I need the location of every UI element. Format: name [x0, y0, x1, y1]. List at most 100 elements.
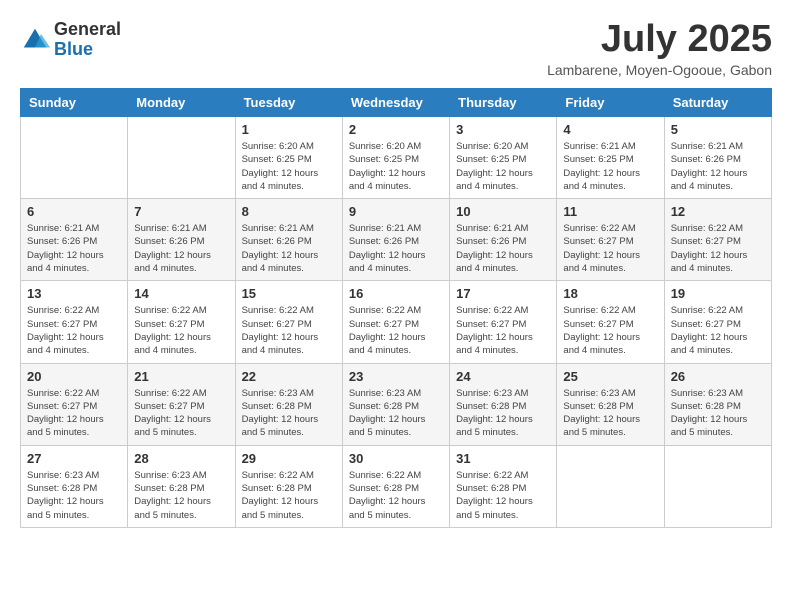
- calendar-cell: 21 Sunrise: 6:22 AMSunset: 6:27 PMDayligh…: [128, 363, 235, 445]
- day-header-tuesday: Tuesday: [235, 89, 342, 117]
- calendar-week-row: 27Sunrise: 6:23 AMSunset: 6:28 PMDayligh…: [21, 445, 772, 527]
- day-number: 17: [456, 286, 550, 301]
- day-info: Sunrise: 6:23 AMSunset: 6:28 PMDaylight:…: [27, 469, 121, 522]
- day-number: 20: [27, 369, 121, 384]
- calendar-cell: 29 Sunrise: 6:22 AMSunset: 6:28 PMDayligh…: [235, 445, 342, 527]
- day-number: 4: [563, 122, 657, 137]
- day-info: Sunrise: 6:22 AMSunset: 6:27 PMDaylight:…: [671, 304, 765, 357]
- day-number: 28: [134, 451, 228, 466]
- day-header-saturday: Saturday: [664, 89, 771, 117]
- calendar-cell: 2 Sunrise: 6:20 AMSunset: 6:25 PMDaylight…: [342, 117, 449, 199]
- calendar-week-row: 13 Sunrise: 6:22 AMSunset: 6:27 PMDayligh…: [21, 281, 772, 363]
- day-info: Sunrise: 6:21 AMSunset: 6:26 PMDaylight:…: [242, 222, 336, 275]
- calendar-week-row: 1 Sunrise: 6:20 AMSunset: 6:25 PMDaylight…: [21, 117, 772, 199]
- calendar-cell: 27Sunrise: 6:23 AMSunset: 6:28 PMDayligh…: [21, 445, 128, 527]
- day-info: Sunrise: 6:22 AMSunset: 6:27 PMDaylight:…: [349, 304, 443, 357]
- calendar-cell: 15Sunrise: 6:22 AMSunset: 6:27 PMDayligh…: [235, 281, 342, 363]
- calendar-week-row: 6 Sunrise: 6:21 AMSunset: 6:26 PMDaylight…: [21, 199, 772, 281]
- day-info: Sunrise: 6:22 AMSunset: 6:27 PMDaylight:…: [134, 387, 228, 440]
- calendar-cell: 14 Sunrise: 6:22 AMSunset: 6:27 PMDayligh…: [128, 281, 235, 363]
- day-info: Sunrise: 6:23 AMSunset: 6:28 PMDaylight:…: [456, 387, 550, 440]
- page-header: General Blue July 2025 Lambarene, Moyen-…: [20, 20, 772, 78]
- logo-general: General: [54, 20, 121, 40]
- calendar-cell: [128, 117, 235, 199]
- calendar-cell: [664, 445, 771, 527]
- day-number: 2: [349, 122, 443, 137]
- calendar-cell: 16 Sunrise: 6:22 AMSunset: 6:27 PMDayligh…: [342, 281, 449, 363]
- calendar-cell: 4 Sunrise: 6:21 AMSunset: 6:25 PMDaylight…: [557, 117, 664, 199]
- day-info: Sunrise: 6:22 AMSunset: 6:28 PMDaylight:…: [456, 469, 550, 522]
- day-number: 29: [242, 451, 336, 466]
- day-info: Sunrise: 6:20 AMSunset: 6:25 PMDaylight:…: [242, 140, 336, 193]
- day-number: 25: [563, 369, 657, 384]
- day-info: Sunrise: 6:23 AMSunset: 6:28 PMDaylight:…: [242, 387, 336, 440]
- day-header-monday: Monday: [128, 89, 235, 117]
- calendar-cell: 24 Sunrise: 6:23 AMSunset: 6:28 PMDayligh…: [450, 363, 557, 445]
- calendar-cell: 25 Sunrise: 6:23 AMSunset: 6:28 PMDayligh…: [557, 363, 664, 445]
- day-info: Sunrise: 6:22 AMSunset: 6:27 PMDaylight:…: [563, 222, 657, 275]
- day-number: 16: [349, 286, 443, 301]
- day-info: Sunrise: 6:23 AMSunset: 6:28 PMDaylight:…: [134, 469, 228, 522]
- day-number: 1: [242, 122, 336, 137]
- calendar-cell: 12 Sunrise: 6:22 AMSunset: 6:27 PMDayligh…: [664, 199, 771, 281]
- calendar-cell: 10Sunrise: 6:21 AMSunset: 6:26 PMDayligh…: [450, 199, 557, 281]
- calendar-cell: 22 Sunrise: 6:23 AMSunset: 6:28 PMDayligh…: [235, 363, 342, 445]
- day-number: 13: [27, 286, 121, 301]
- day-info: Sunrise: 6:20 AMSunset: 6:25 PMDaylight:…: [349, 140, 443, 193]
- day-info: Sunrise: 6:21 AMSunset: 6:25 PMDaylight:…: [563, 140, 657, 193]
- calendar-header-row: SundayMondayTuesdayWednesdayThursdayFrid…: [21, 89, 772, 117]
- calendar-cell: 23Sunrise: 6:23 AMSunset: 6:28 PMDayligh…: [342, 363, 449, 445]
- calendar-table: SundayMondayTuesdayWednesdayThursdayFrid…: [20, 88, 772, 528]
- day-info: Sunrise: 6:22 AMSunset: 6:28 PMDaylight:…: [242, 469, 336, 522]
- day-info: Sunrise: 6:21 AMSunset: 6:26 PMDaylight:…: [671, 140, 765, 193]
- day-number: 12: [671, 204, 765, 219]
- day-number: 24: [456, 369, 550, 384]
- day-number: 5: [671, 122, 765, 137]
- day-info: Sunrise: 6:22 AMSunset: 6:27 PMDaylight:…: [563, 304, 657, 357]
- day-info: Sunrise: 6:22 AMSunset: 6:27 PMDaylight:…: [134, 304, 228, 357]
- calendar-cell: [21, 117, 128, 199]
- day-number: 19: [671, 286, 765, 301]
- day-info: Sunrise: 6:23 AMSunset: 6:28 PMDaylight:…: [671, 387, 765, 440]
- day-number: 22: [242, 369, 336, 384]
- calendar-cell: 6Sunrise: 6:21 AMSunset: 6:26 PMDaylight…: [21, 199, 128, 281]
- day-number: 6: [27, 204, 121, 219]
- day-number: 14: [134, 286, 228, 301]
- day-info: Sunrise: 6:20 AMSunset: 6:25 PMDaylight:…: [456, 140, 550, 193]
- calendar-week-row: 20 Sunrise: 6:22 AMSunset: 6:27 PMDayligh…: [21, 363, 772, 445]
- month-title: July 2025: [547, 20, 772, 58]
- logo-blue: Blue: [54, 40, 121, 60]
- day-info: Sunrise: 6:22 AMSunset: 6:28 PMDaylight:…: [349, 469, 443, 522]
- calendar-cell: [557, 445, 664, 527]
- day-number: 15: [242, 286, 336, 301]
- day-number: 26: [671, 369, 765, 384]
- day-info: Sunrise: 6:22 AMSunset: 6:27 PMDaylight:…: [456, 304, 550, 357]
- calendar-cell: 20Sunrise: 6:22 AMSunset: 6:27 PMDayligh…: [21, 363, 128, 445]
- day-number: 18: [563, 286, 657, 301]
- day-number: 11: [563, 204, 657, 219]
- calendar-cell: 8Sunrise: 6:21 AMSunset: 6:26 PMDaylight…: [235, 199, 342, 281]
- day-info: Sunrise: 6:22 AMSunset: 6:27 PMDaylight:…: [27, 304, 121, 357]
- day-number: 21: [134, 369, 228, 384]
- day-info: Sunrise: 6:23 AMSunset: 6:28 PMDaylight:…: [563, 387, 657, 440]
- day-number: 30: [349, 451, 443, 466]
- day-header-wednesday: Wednesday: [342, 89, 449, 117]
- logo: General Blue: [20, 20, 121, 60]
- day-number: 31: [456, 451, 550, 466]
- day-header-thursday: Thursday: [450, 89, 557, 117]
- day-number: 7: [134, 204, 228, 219]
- calendar-cell: 26 Sunrise: 6:23 AMSunset: 6:28 PMDayligh…: [664, 363, 771, 445]
- day-info: Sunrise: 6:22 AMSunset: 6:27 PMDaylight:…: [671, 222, 765, 275]
- day-number: 23: [349, 369, 443, 384]
- day-header-friday: Friday: [557, 89, 664, 117]
- title-block: July 2025 Lambarene, Moyen-Ogooue, Gabon: [547, 20, 772, 78]
- day-number: 9: [349, 204, 443, 219]
- calendar-cell: 11 Sunrise: 6:22 AMSunset: 6:27 PMDayligh…: [557, 199, 664, 281]
- calendar-cell: 18 Sunrise: 6:22 AMSunset: 6:27 PMDayligh…: [557, 281, 664, 363]
- calendar-cell: 19 Sunrise: 6:22 AMSunset: 6:27 PMDayligh…: [664, 281, 771, 363]
- day-info: Sunrise: 6:21 AMSunset: 6:26 PMDaylight:…: [134, 222, 228, 275]
- calendar-cell: 28 Sunrise: 6:23 AMSunset: 6:28 PMDayligh…: [128, 445, 235, 527]
- calendar-cell: 13 Sunrise: 6:22 AMSunset: 6:27 PMDayligh…: [21, 281, 128, 363]
- day-info: Sunrise: 6:21 AMSunset: 6:26 PMDaylight:…: [456, 222, 550, 275]
- logo-text: General Blue: [54, 20, 121, 60]
